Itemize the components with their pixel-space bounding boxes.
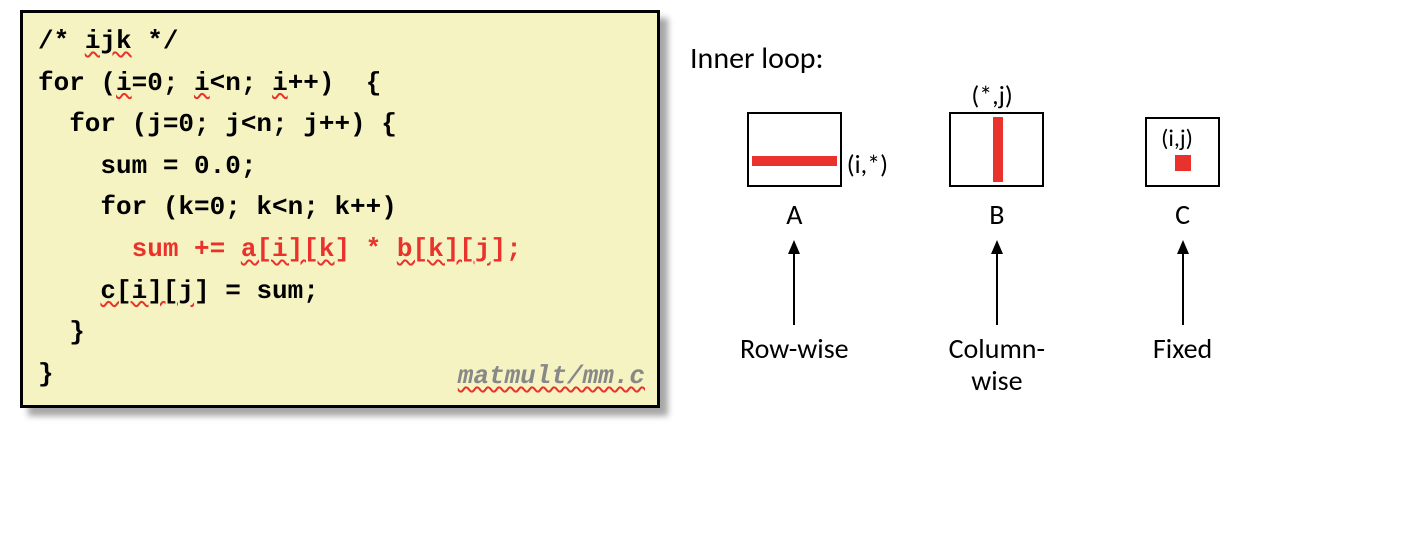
code-comment: /* ijk */: [38, 21, 642, 63]
col-stripe: [993, 117, 1003, 182]
arrow-icon: [1173, 240, 1193, 325]
code-line: for (k=0; k<n; k++): [38, 187, 642, 229]
code-line: }: [38, 312, 642, 354]
code-line-inner: sum += a[i][k] * b[k][j];: [38, 229, 642, 271]
matrix-c-col: (i,j) C Fixed: [1145, 112, 1220, 365]
matrix-a-coord: (i,*): [847, 148, 888, 180]
matrix-b-coord: (*,j): [971, 79, 1012, 111]
matrix-b-col: (*,j) B Column-wise: [949, 112, 1045, 397]
row-stripe: [752, 156, 837, 166]
code-line: for (i=0; i<n; i++) {: [38, 63, 642, 105]
diagram-area: Inner loop: (i,*) A Row-wise: [720, 10, 1360, 397]
cell-square: [1175, 155, 1191, 171]
arrow-icon: [987, 240, 1007, 325]
diagram-title: Inner loop:: [690, 40, 1360, 77]
arrow-icon: [784, 240, 804, 325]
matrix-a-access: Row-wise: [740, 333, 849, 365]
matrix-a-name: A: [786, 197, 802, 232]
matrix-a-box: [747, 112, 842, 187]
matrix-b-access: Column-wise: [949, 333, 1045, 397]
matrix-c-access: Fixed: [1153, 333, 1212, 365]
code-box: /* ijk */ for (i=0; i<n; i++) { for (j=0…: [20, 10, 660, 408]
code-line: c[i][j] = sum;: [38, 271, 642, 313]
matrix-a-col: (i,*) A Row-wise: [740, 112, 849, 365]
matrix-c-coord: (i,j): [1161, 124, 1193, 153]
matrix-b-name: B: [989, 197, 1004, 232]
matrix-c-box: (i,j): [1145, 117, 1220, 187]
matrix-b-box: [949, 112, 1044, 187]
code-line: for (j=0; j<n; j++) {: [38, 104, 642, 146]
matrix-c-name: C: [1175, 197, 1190, 232]
code-line: sum = 0.0;: [38, 146, 642, 188]
file-label: matmult/mm.c: [458, 356, 645, 398]
